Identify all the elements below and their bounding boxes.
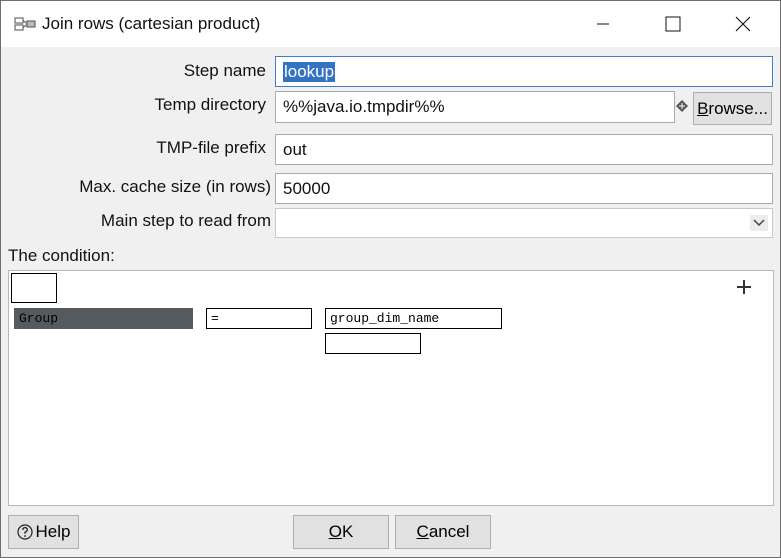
condition-operator-box[interactable] <box>11 273 57 303</box>
title-bar[interactable]: Join rows (cartesian product) <box>1 1 780 47</box>
condition-function-value: = <box>211 311 219 326</box>
dialog-window: Join rows (cartesian product) Step name … <box>0 0 781 558</box>
ok-label: K <box>341 522 354 541</box>
condition-field-name: Group <box>19 311 59 326</box>
close-button[interactable] <box>711 1 775 47</box>
ok-button[interactable]: OK <box>293 515 389 549</box>
temp-directory-input[interactable]: %%java.io.tmpdir%% <box>275 91 675 123</box>
minimize-button[interactable] <box>571 1 635 47</box>
window-title: Join rows (cartesian product) <box>42 14 261 33</box>
browse-label: rowse... <box>708 98 768 118</box>
temp-directory-value: %%java.io.tmpdir%% <box>283 97 445 116</box>
tmp-prefix-input[interactable]: out <box>275 134 773 165</box>
step-name-label: Step name <box>183 61 266 80</box>
condition-left-field[interactable]: Group <box>14 308 193 329</box>
cancel-label: ancel <box>428 522 470 541</box>
tmp-prefix-value: out <box>283 139 307 159</box>
plus-icon[interactable] <box>736 279 752 295</box>
help-label: Help <box>35 522 71 541</box>
cancel-accelerator: C <box>416 522 429 541</box>
browse-button[interactable]: Browse... <box>693 92 772 125</box>
maximize-icon <box>665 16 681 32</box>
cancel-button[interactable]: Cancel <box>395 515 491 549</box>
max-cache-label: Max. cache size (in rows) <box>79 177 271 196</box>
max-cache-input[interactable]: 50000 <box>275 173 773 204</box>
condition-function[interactable]: = <box>206 308 312 329</box>
dropdown-button[interactable] <box>750 215 768 231</box>
help-button[interactable]: Help <box>8 515 79 549</box>
condition-editor[interactable]: Group = group_dim_name <box>8 270 774 506</box>
condition-right-constant[interactable] <box>325 333 421 354</box>
max-cache-value: 50000 <box>283 178 331 198</box>
condition-right-field-value: group_dim_name <box>330 311 440 326</box>
step-name-input[interactable]: lookup <box>275 56 773 87</box>
step-name-value: lookup <box>283 61 336 82</box>
tmp-prefix-label: TMP-file prefix <box>156 138 266 157</box>
ok-accelerator: O <box>328 522 342 541</box>
condition-label: The condition: <box>8 246 115 265</box>
main-step-select[interactable] <box>275 208 773 238</box>
help-icon <box>16 524 33 540</box>
hop-step-icon <box>14 17 36 31</box>
chevron-down-icon <box>753 219 765 227</box>
condition-right-field[interactable]: group_dim_name <box>325 308 502 329</box>
variable-diamond-icon <box>676 100 688 112</box>
temp-directory-label: Temp directory <box>154 95 266 114</box>
minimize-icon <box>597 23 609 25</box>
maximize-button[interactable] <box>641 1 705 47</box>
close-icon <box>735 16 751 32</box>
main-step-label: Main step to read from <box>100 211 271 230</box>
browse-accelerator: B <box>697 98 709 118</box>
